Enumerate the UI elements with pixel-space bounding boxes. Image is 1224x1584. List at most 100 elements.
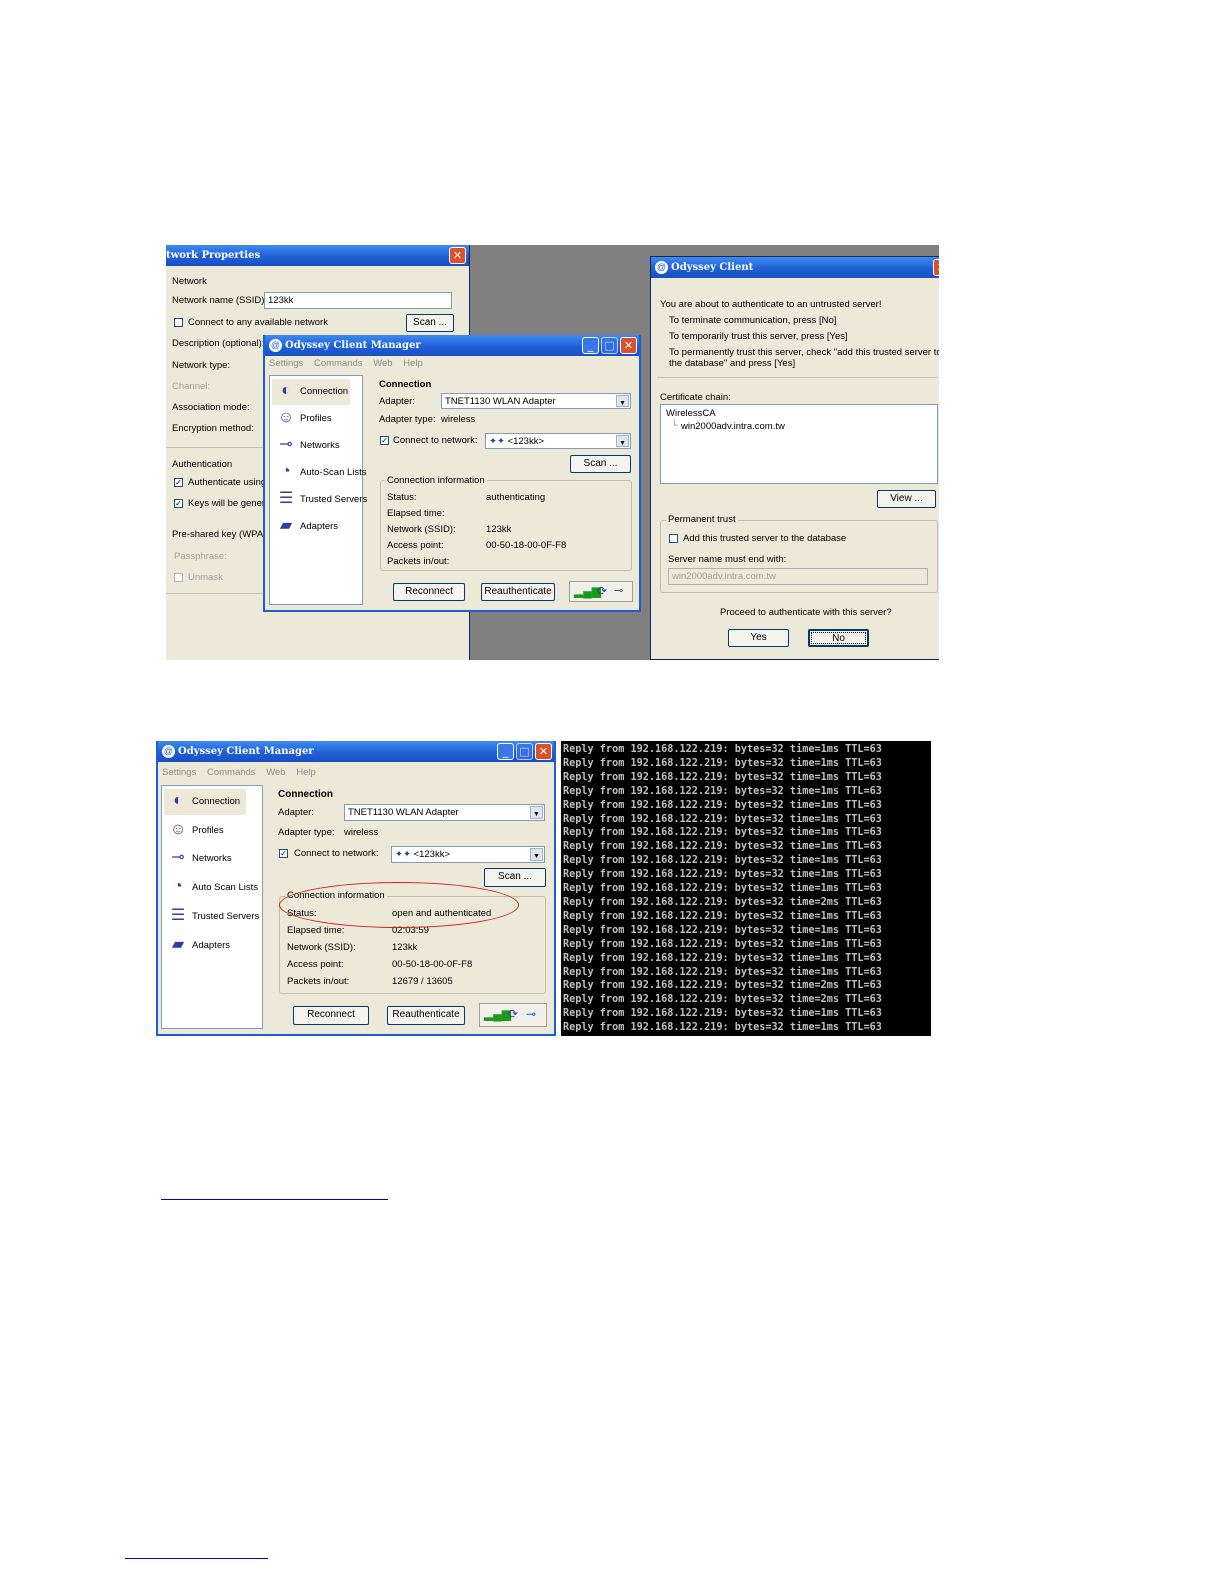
status-tray: ▂▄▆ ⟳ ⊸ <box>569 581 633 602</box>
ssid-label: Network (SSID): <box>387 524 456 535</box>
section-title: Connection <box>379 379 432 390</box>
connection-icon: ◐ <box>281 382 291 399</box>
maximize-icon[interactable]: □ <box>601 337 618 354</box>
group-network-label: Network <box>172 276 207 287</box>
ssid-input[interactable]: 123kk <box>264 292 452 309</box>
terminate-message: To terminate communication, press [No] <box>669 315 837 326</box>
ssid-label: Network (SSID): <box>287 942 356 953</box>
nav-connection[interactable]: ◐ Connection <box>272 379 350 405</box>
elapsed-label: Elapsed time: <box>387 508 445 519</box>
terminal-line: Reply from 192.168.122.219: bytes=32 tim… <box>563 813 882 825</box>
cert-chain-tree[interactable]: WirelessCA └ win2000adv.intra.com.tw <box>660 404 938 484</box>
connect-checkbox[interactable]: ✓ <box>380 436 389 445</box>
minimize-icon[interactable]: _ <box>497 743 514 760</box>
menu-bar: Settings Commands Web Help <box>158 765 554 781</box>
auto-scan-icon: ◔ <box>173 878 183 895</box>
psk-label: Pre-shared key (WPA) <box>172 529 267 540</box>
no-button[interactable]: No <box>808 629 869 647</box>
menu-web[interactable]: Web <box>373 358 392 369</box>
menu-commands[interactable]: Commands <box>314 358 363 369</box>
close-icon[interactable]: ✕ <box>535 743 552 760</box>
ap-label: Access point: <box>287 959 344 970</box>
connect-any-checkbox[interactable] <box>174 318 183 327</box>
close-icon[interactable]: ✕ <box>933 259 939 276</box>
adapter-label: Adapter: <box>278 807 314 818</box>
unmask-checkbox[interactable] <box>174 573 183 582</box>
network-type-label: Network type: <box>172 360 231 371</box>
terminal-line: Reply from 192.168.122.219: bytes=32 tim… <box>563 883 882 895</box>
menu-web[interactable]: Web <box>266 767 285 778</box>
maximize-icon[interactable]: □ <box>516 743 533 760</box>
yes-button[interactable]: Yes <box>728 629 789 647</box>
cert-chain-label: Certificate chain: <box>660 392 731 403</box>
close-icon[interactable]: ✕ <box>620 337 637 354</box>
key-icon: ⊸ <box>526 1007 537 1021</box>
menu-help[interactable]: Help <box>296 767 316 778</box>
reconnect-button[interactable]: Reconnect <box>293 1006 369 1025</box>
scan-button[interactable]: Scan ... <box>570 455 631 473</box>
terminal-line: Reply from 192.168.122.219: bytes=32 tim… <box>563 966 882 978</box>
connection-info-label: Connection information <box>385 475 487 486</box>
menu-settings[interactable]: Settings <box>162 767 196 778</box>
chevron-down-icon[interactable]: ▼ <box>530 806 543 819</box>
packets-label: Packets in/out: <box>287 976 350 987</box>
nav-connection[interactable]: ◐ Connection <box>164 789 246 815</box>
status-tray: ▂▄▆ ⟳ ⊸ <box>479 1003 547 1027</box>
cert-child[interactable]: win2000adv.intra.com.tw <box>681 421 785 432</box>
proceed-question: Proceed to authenticate with this server… <box>720 607 892 618</box>
chevron-down-icon[interactable]: ▼ <box>616 435 629 447</box>
terminal-line: Reply from 192.168.122.219: bytes=32 tim… <box>563 757 882 769</box>
footnote-rule <box>125 1558 268 1559</box>
description-label: Description (optional): <box>172 338 265 349</box>
temporary-trust-message: To temporarily trust this server, press … <box>669 331 848 342</box>
terminal-line: Reply from 192.168.122.219: bytes=32 tim… <box>563 938 882 950</box>
terminal-line: Reply from 192.168.122.219: bytes=32 tim… <box>563 841 882 853</box>
network-select[interactable]: ✦✦ <123kk> ▼ <box>391 846 545 863</box>
permanent-trust-label: Permanent trust <box>666 514 738 525</box>
add-trusted-checkbox[interactable] <box>669 534 678 543</box>
view-button[interactable]: View ... <box>877 490 936 508</box>
minimize-icon[interactable]: _ <box>582 337 599 354</box>
menu-commands[interactable]: Commands <box>207 767 256 778</box>
connection-icon: ◐ <box>173 792 183 809</box>
scan-button[interactable]: Scan ... <box>484 868 546 887</box>
network-select[interactable]: ✦✦ <123kk> ▼ <box>485 433 631 449</box>
odyssey-logo-icon: @ <box>162 745 175 758</box>
network-icon: ⊸ <box>279 436 293 453</box>
encryption-label: Encryption method: <box>172 423 254 434</box>
adapter-select[interactable]: TNET1130 WLAN Adapter ▼ <box>344 804 545 821</box>
terminal-line: Reply from 192.168.122.219: bytes=32 tim… <box>563 1008 882 1020</box>
adapter-select[interactable]: TNET1130 WLAN Adapter ▼ <box>441 393 631 409</box>
terminal-line: Reply from 192.168.122.219: bytes=32 tim… <box>563 924 882 936</box>
window-title: Odyssey Client Manager <box>285 340 421 351</box>
close-icon[interactable]: ✕ <box>449 247 466 264</box>
tree-branch-icon: └ <box>671 420 678 431</box>
network-icon: ✦✦ <box>395 849 414 860</box>
adapter-card-icon: ▰ <box>171 936 185 953</box>
ap-value: 00-50-18-00-0F-F8 <box>486 540 567 551</box>
auth-using-checkbox[interactable]: ✓ <box>174 478 183 487</box>
menu-help[interactable]: Help <box>403 358 423 369</box>
passphrase-label: Passphrase: <box>174 551 227 562</box>
keys-generated-checkbox[interactable]: ✓ <box>174 499 183 508</box>
odyssey-client-titlebar: Odyssey Client <box>651 257 939 278</box>
nav-pane: ◐ Connection ☺ Profiles ⊸ Networks ◔ Auto-Sc… <box>269 375 367 605</box>
scan-button[interactable]: Scan ... <box>406 314 454 332</box>
connect-checkbox[interactable]: ✓ <box>279 849 288 858</box>
reconnect-button[interactable]: Reconnect <box>393 583 465 601</box>
adapter-type-value: wireless <box>344 827 379 838</box>
reauthenticate-button[interactable]: Reauthenticate <box>387 1006 465 1025</box>
terminal-line: Reply from 192.168.122.219: bytes=32 tim… <box>563 994 882 1006</box>
cert-root[interactable]: WirelessCA <box>666 408 716 419</box>
server-name-input[interactable]: win2000adv.intra.com.tw <box>668 568 928 585</box>
client-manager-top-window: Odyssey Client Manager @ _ □ ✕ Settings … <box>263 335 641 612</box>
menu-settings[interactable]: Settings <box>269 358 303 369</box>
unmask-label: Unmask <box>188 572 223 583</box>
certificate-icon: ☰ <box>170 907 186 924</box>
terminal-line: Reply from 192.168.122.219: bytes=32 tim… <box>563 771 882 783</box>
chevron-down-icon[interactable]: ▼ <box>616 395 629 407</box>
chevron-down-icon[interactable]: ▼ <box>530 848 543 861</box>
reauthenticate-button[interactable]: Reauthenticate <box>481 583 555 601</box>
underline-rule <box>161 1199 388 1200</box>
status-value: authenticating <box>486 492 546 503</box>
